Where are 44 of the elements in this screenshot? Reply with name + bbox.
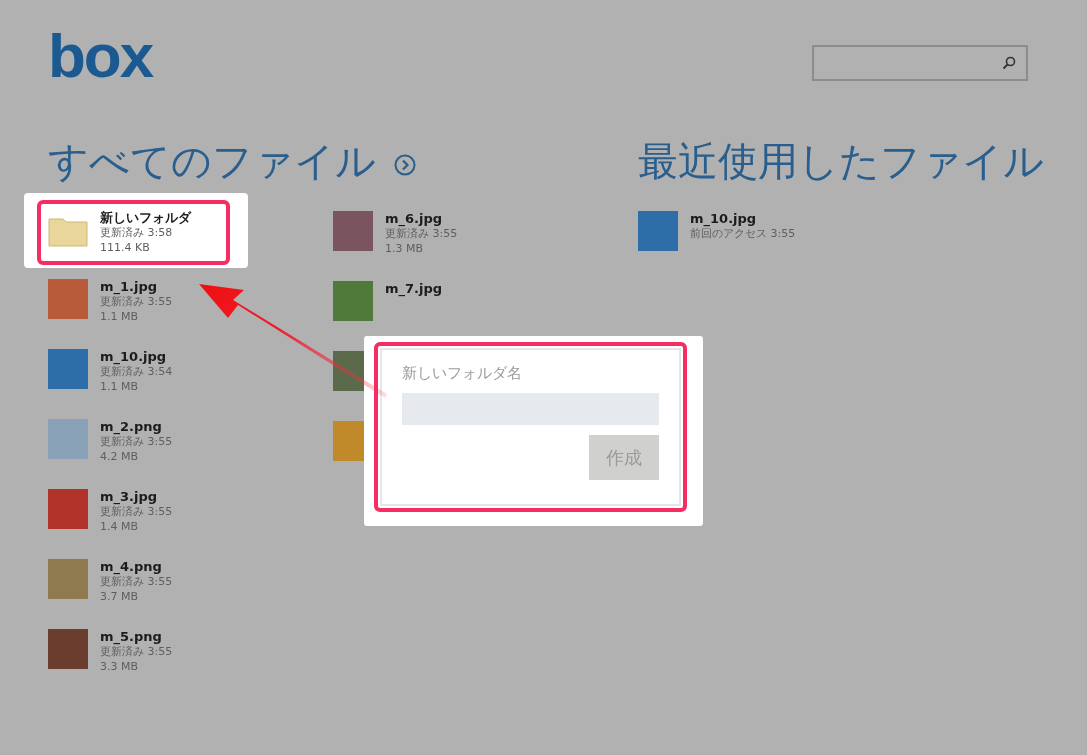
file-name[interactable]: m_7.jpg <box>385 281 443 296</box>
file-name[interactable]: m_4.png <box>100 559 173 574</box>
file-name[interactable]: m_2.png <box>100 419 173 434</box>
file-size: 1.4 MB <box>100 519 140 534</box>
file-date: 更新済み 3:55 <box>100 504 173 519</box>
file-size: 4.2 MB <box>100 449 140 464</box>
file-name[interactable]: m_3.jpg <box>100 489 173 504</box>
file-size: 3.7 MB <box>100 589 140 604</box>
selected-file-card[interactable]: 新しいフォルダ 更新済み 3:58 111.4 KB <box>24 193 248 268</box>
file-name[interactable]: m_6.jpg <box>385 211 458 226</box>
file-size: 1.1 MB <box>100 379 140 394</box>
photo-placeholder <box>333 281 373 321</box>
search-field[interactable] <box>812 45 1028 81</box>
photo-placeholder <box>333 211 373 251</box>
chevron-circle-icon[interactable] <box>394 154 416 176</box>
file-name[interactable]: m_10.jpg <box>100 349 173 364</box>
photo-placeholder <box>48 349 88 389</box>
file-date: 更新済み 3:54 <box>100 364 173 379</box>
file-name[interactable]: m_1.jpg <box>100 279 173 294</box>
photo-placeholder <box>48 279 88 319</box>
file-size: 111.4 KB <box>100 240 151 255</box>
logo: box <box>48 28 153 84</box>
file-date: 更新済み 3:55 <box>100 644 173 659</box>
photo-placeholder <box>48 489 88 529</box>
file-date: 更新済み 3:55 <box>100 434 173 449</box>
photo-placeholder <box>48 559 88 599</box>
folder-name-label: 新しいフォルダ名 <box>402 364 523 383</box>
file-date: 更新済み 3:55 <box>100 294 173 309</box>
file-name[interactable]: m_10.jpg <box>690 211 796 226</box>
photo-placeholder <box>48 419 88 459</box>
file-name[interactable]: 新しいフォルダ <box>100 210 191 225</box>
file-size: 3.3 MB <box>100 659 140 674</box>
folder-name-input[interactable] <box>402 393 659 425</box>
file-size: 1.3 MB <box>385 241 425 256</box>
photo-placeholder <box>48 629 88 669</box>
file-date: 更新済み 3:55 <box>385 226 458 241</box>
file-date: 前回のアクセス 3:55 <box>690 227 796 241</box>
file-date: 更新済み 3:55 <box>100 574 173 589</box>
section-title: 最近使用したファイル <box>638 136 1044 186</box>
file-date: 更新済み 3:58 <box>100 225 174 240</box>
photo-placeholder <box>638 211 678 251</box>
search-icon <box>1002 56 1016 70</box>
file-name[interactable]: m_5.png <box>100 629 173 644</box>
file-size: 1.1 MB <box>100 309 140 324</box>
